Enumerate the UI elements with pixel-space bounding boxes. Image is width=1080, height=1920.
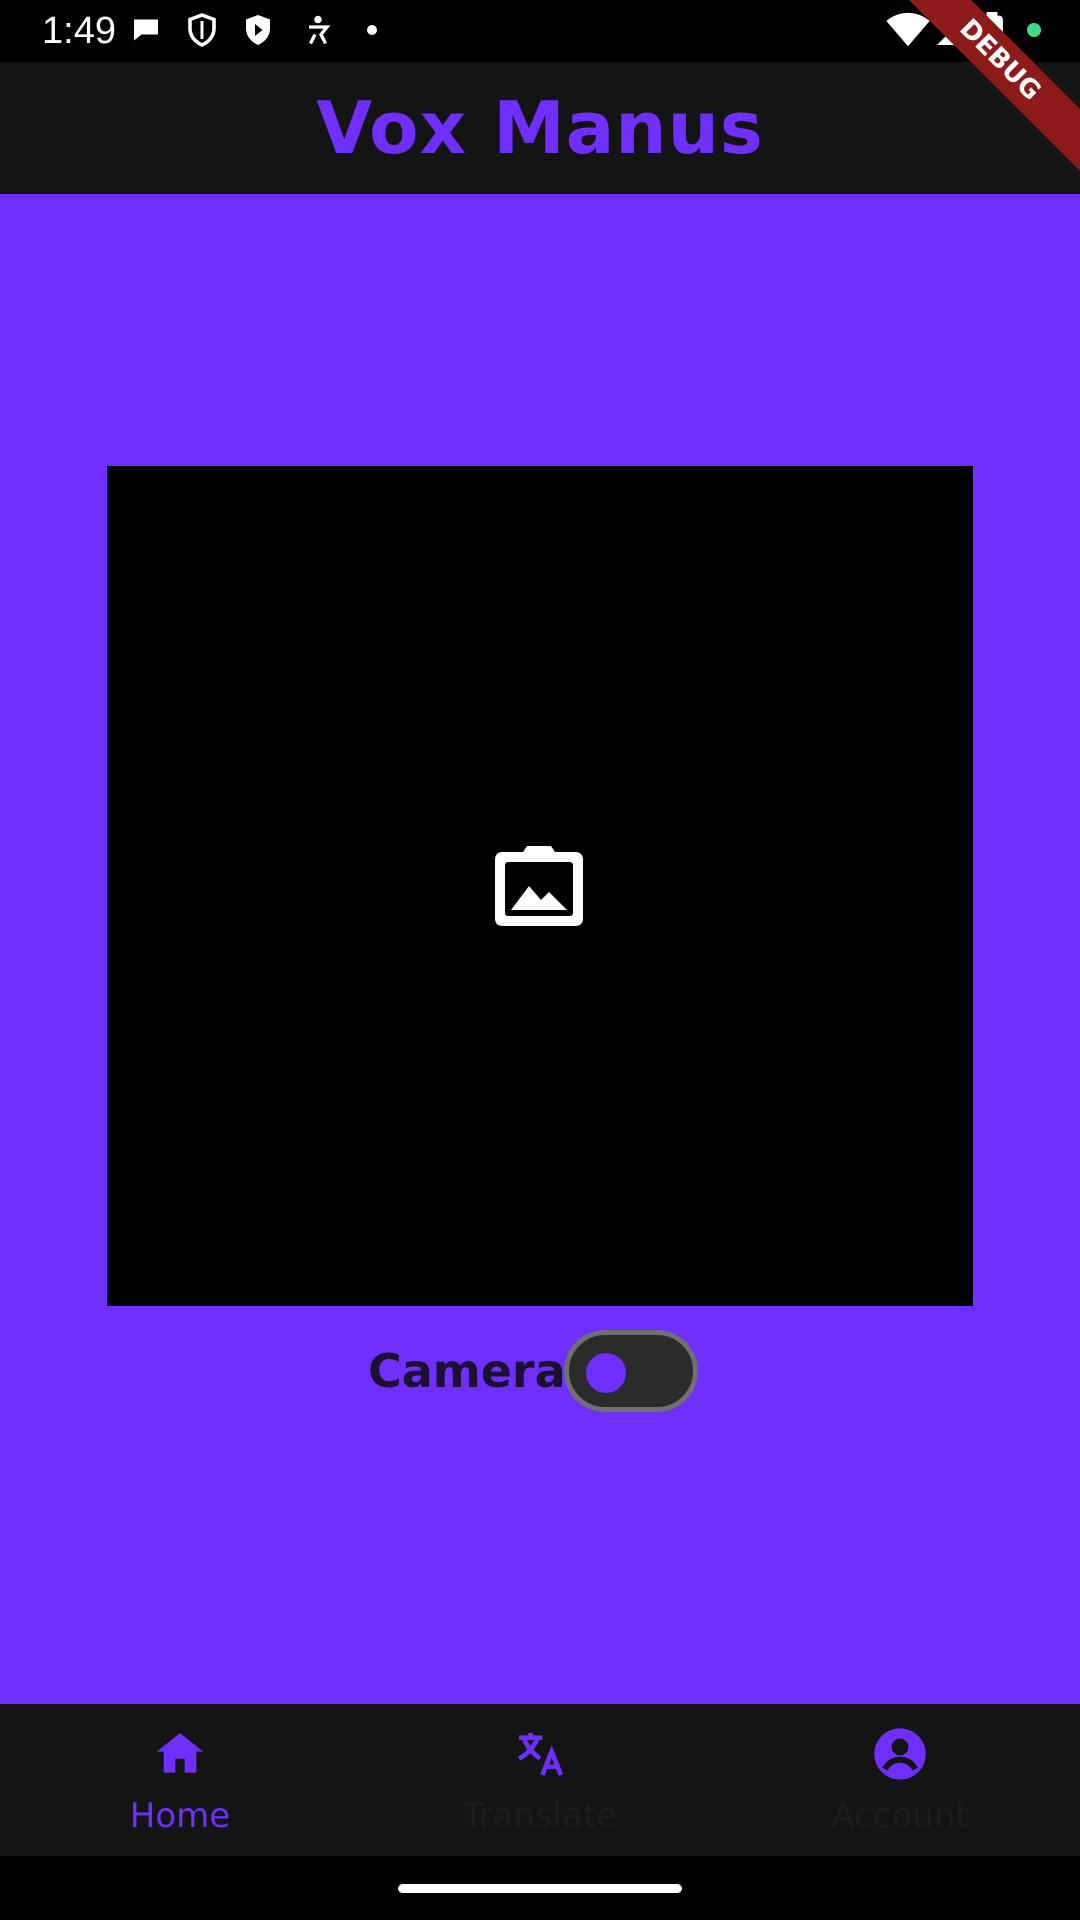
accessibility-icon (300, 12, 336, 48)
nav-label-translate: Translate (462, 1796, 618, 1836)
app-bar: Vox Manus (0, 62, 1080, 194)
camera-toggle[interactable] (564, 1330, 698, 1412)
nav-item-account[interactable]: Account (720, 1704, 1080, 1856)
shield-icon (184, 12, 220, 48)
nav-item-translate[interactable]: Translate (360, 1704, 720, 1856)
app-title: Vox Manus (316, 86, 764, 170)
screen: 1:49 Vox Manus DEBUG Camera Home Transla… (0, 0, 1080, 1920)
bottom-nav: Home Translate Account (0, 1704, 1080, 1856)
nav-label-account: Account (831, 1796, 969, 1836)
gallery-icon[interactable] (493, 846, 585, 928)
camera-preview[interactable] (107, 466, 973, 1306)
account-icon (872, 1726, 928, 1782)
privacy-dot-icon (1026, 22, 1042, 38)
nav-item-home[interactable]: Home (0, 1704, 360, 1856)
translate-icon (512, 1726, 568, 1782)
gesture-area (0, 1856, 1080, 1920)
dot-icon (366, 24, 378, 36)
wifi-icon (886, 12, 930, 48)
camera-label: Camera (368, 1344, 566, 1398)
chat-bubble-icon (128, 12, 164, 48)
home-indicator[interactable] (398, 1884, 682, 1893)
play-shield-icon (240, 12, 276, 48)
toggle-thumb[interactable] (586, 1353, 626, 1393)
nav-label-home: Home (129, 1796, 231, 1836)
home-icon (152, 1726, 208, 1782)
camera-toggle-row: Camera (0, 1326, 1080, 1416)
status-time: 1:49 (42, 10, 116, 52)
